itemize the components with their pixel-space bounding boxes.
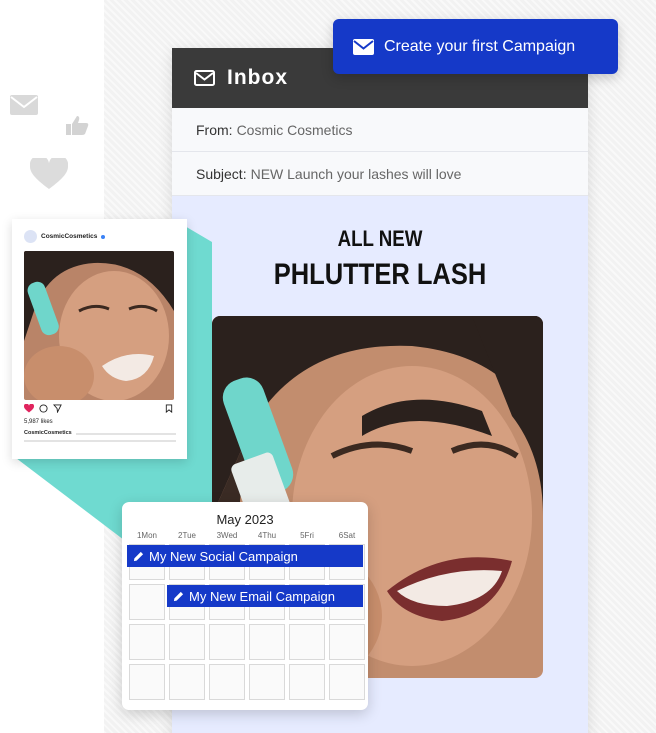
calendar-day-cell[interactable] — [129, 664, 165, 700]
calendar-month: May 2023 — [216, 512, 274, 527]
post-caption-user: CosmicCosmetics — [24, 430, 72, 436]
calendar-day-cell[interactable] — [169, 624, 205, 660]
from-label: From: — [196, 121, 233, 138]
day-header: 1Mon — [136, 531, 157, 540]
day-header: 3Wed — [216, 531, 238, 540]
caption-line — [24, 440, 176, 442]
from-value: Cosmic Cosmetics — [236, 121, 353, 138]
day-header: 5Fri — [300, 531, 314, 540]
post-header: CosmicCosmetics — [24, 230, 106, 243]
bookmark-icon[interactable] — [165, 404, 173, 413]
subject-row: Subject: NEW Launch your lashes will lov… — [172, 152, 588, 196]
calendar-day-cell[interactable] — [209, 664, 245, 700]
headline-line-2: PHLUTTER LASH — [273, 258, 487, 291]
subject-value: NEW Launch your lashes will love — [250, 165, 462, 182]
calendar-day-headers: 1Mon 2Tue 3Wed 4Thu 5Fri 6Sat — [127, 531, 367, 540]
thumbs-up-decor-icon — [66, 116, 89, 135]
social-campaign-event[interactable]: My New Social Campaign — [127, 545, 363, 567]
headline-line-1: ALL NEW — [337, 226, 423, 251]
inbox-title: Inbox — [227, 66, 288, 89]
post-photo — [24, 251, 174, 400]
calendar-day-cell[interactable] — [169, 664, 205, 700]
calendar-day-cell[interactable] — [129, 624, 165, 660]
pencil-icon — [173, 591, 184, 601]
calendar-day-cell[interactable] — [329, 624, 365, 660]
campaign-calendar: May 2023 1Mon 2Tue 3Wed 4Thu 5Fri 6Sat M… — [122, 502, 368, 710]
calendar-day-cell[interactable] — [249, 624, 285, 660]
post-username: CosmicCosmetics — [41, 233, 98, 240]
comment-icon[interactable] — [39, 404, 48, 413]
calendar-day-cell[interactable] — [249, 664, 285, 700]
envelope-decor-icon — [10, 95, 38, 115]
caption-line — [76, 433, 176, 435]
email-campaign-event[interactable]: My New Email Campaign — [167, 585, 363, 607]
day-header: 6Sat — [338, 531, 356, 540]
heart-icon[interactable] — [24, 404, 34, 413]
social-campaign-label: My New Social Campaign — [149, 548, 298, 564]
subject-label: Subject: — [196, 165, 247, 182]
heart-decor-icon — [30, 158, 68, 189]
day-header: 4Thu — [257, 531, 277, 540]
day-header: 2Tue — [178, 531, 196, 540]
create-campaign-button[interactable]: Create your first Campaign — [333, 19, 618, 74]
calendar-day-cell[interactable] — [289, 624, 325, 660]
create-campaign-label: Create your first Campaign — [384, 37, 576, 55]
email-campaign-label: My New Email Campaign — [189, 588, 335, 604]
from-row: From: Cosmic Cosmetics — [172, 108, 588, 152]
calendar-day-cell[interactable] — [129, 584, 165, 620]
post-likes: 5,987 likes — [24, 419, 53, 425]
calendar-day-cell[interactable] — [209, 624, 245, 660]
verified-badge-icon — [101, 234, 106, 239]
pencil-icon — [133, 551, 144, 561]
calendar-day-cell[interactable] — [329, 664, 365, 700]
share-icon[interactable] — [53, 404, 62, 413]
mail-icon — [194, 70, 215, 86]
post-actions — [24, 403, 175, 415]
mail-icon — [353, 38, 374, 55]
calendar-day-cell[interactable] — [289, 664, 325, 700]
avatar — [24, 230, 37, 243]
social-post-preview: CosmicCosmetics 5,987 likes CosmicCosmet… — [12, 219, 187, 459]
